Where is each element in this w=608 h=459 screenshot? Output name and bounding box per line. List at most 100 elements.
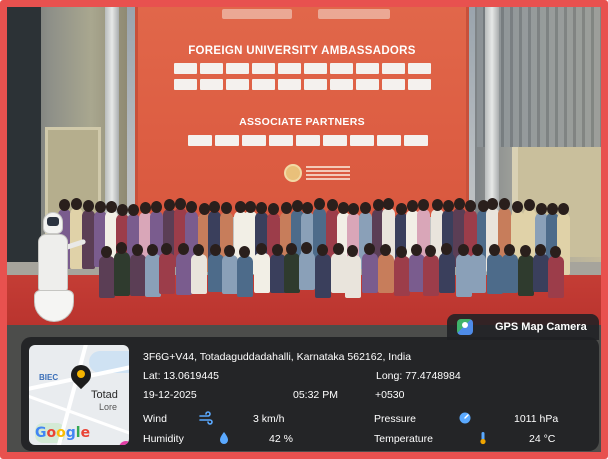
- person-head: [82, 199, 94, 212]
- person-figure: [517, 254, 534, 297]
- person-head: [291, 199, 303, 212]
- person-head: [549, 245, 561, 258]
- person-figure: [547, 255, 564, 299]
- google-logo-letter: o: [46, 425, 57, 441]
- humidity-label: Humidity: [143, 433, 184, 445]
- wind-value: 3 km/h: [253, 413, 285, 425]
- person-head: [546, 203, 558, 216]
- map-label: Totad: [91, 389, 118, 401]
- map-label: BIEC: [39, 373, 59, 382]
- person-head: [314, 198, 325, 211]
- person-head: [94, 200, 106, 213]
- map-pin-icon: [66, 360, 96, 391]
- humidity-value: 42 %: [269, 433, 293, 445]
- photo-frame: FOREIGN UNIVERSITY AMBASSADORS ASSOCIATE…: [0, 0, 608, 459]
- person-head: [100, 245, 112, 258]
- map-badge-icon: [119, 441, 129, 445]
- temperature-label: Temperature: [374, 433, 433, 445]
- person-figure: [237, 255, 254, 298]
- time-text: 05:32 PM: [293, 389, 338, 401]
- event-banner: FOREIGN UNIVERSITY AMBASSADORS ASSOCIATE…: [135, 7, 469, 217]
- google-logo-letter: o: [56, 425, 66, 441]
- person-figure: [362, 253, 379, 294]
- thermometer-icon: [480, 432, 486, 445]
- person-head: [424, 244, 436, 257]
- google-logo-letter: e: [80, 425, 91, 441]
- person-figure: [129, 253, 146, 297]
- person-figure: [284, 253, 301, 294]
- person-head: [442, 200, 454, 213]
- ambassador-logos-row-2: [174, 79, 431, 90]
- person-figure: [469, 254, 486, 294]
- person-figure: [254, 252, 271, 293]
- person-figure: [438, 253, 455, 294]
- person-head: [220, 202, 232, 215]
- banner-top-logo: [222, 9, 292, 19]
- person-head: [453, 198, 465, 211]
- person-head: [127, 203, 139, 216]
- map-thumbnail: BIEC Totad Lore Google: [29, 345, 129, 445]
- person-head: [186, 200, 198, 213]
- gps-map-camera-icon: [457, 319, 473, 335]
- person-head: [131, 243, 143, 256]
- wind-label: Wind: [143, 413, 167, 425]
- gps-app-name: GPS Map Camera: [495, 321, 587, 333]
- google-logo-letter: g: [65, 425, 76, 441]
- timezone-text: +0530: [375, 389, 405, 401]
- ambassador-logos-row-1: [174, 63, 431, 74]
- person-head: [407, 199, 419, 212]
- person-head: [192, 244, 204, 257]
- person-figure: [330, 252, 347, 294]
- person-figure: [190, 254, 207, 294]
- person-head: [140, 202, 152, 215]
- person-head: [332, 242, 344, 255]
- person-head: [558, 202, 570, 215]
- pressure-value: 1011 hPa: [514, 413, 559, 425]
- person-figure: [501, 254, 518, 293]
- person-head: [523, 198, 535, 211]
- person-head: [337, 201, 349, 214]
- banner-title: FOREIGN UNIVERSITY AMBASSADORS: [188, 45, 416, 57]
- banner-top-logo: [318, 9, 390, 19]
- person-head: [465, 200, 477, 213]
- person-head: [534, 243, 546, 256]
- group-of-people: [47, 190, 577, 305]
- person-figure: [378, 253, 395, 294]
- humidity-icon: [220, 432, 228, 444]
- gps-info-panel: BIEC Totad Lore Google 3F6G+V44, Totadag…: [21, 337, 599, 451]
- person-head: [359, 202, 371, 215]
- pressure-icon: [459, 412, 471, 424]
- person-head: [116, 203, 128, 216]
- person-head: [519, 244, 531, 257]
- person-head: [147, 243, 158, 256]
- person-figure: [315, 254, 332, 298]
- person-head: [209, 200, 221, 213]
- banner-subtitle: ASSOCIATE PARTNERS: [239, 116, 365, 128]
- person-head: [164, 198, 176, 211]
- person-head: [431, 198, 443, 211]
- person-figure: [113, 252, 130, 297]
- person-head: [244, 200, 256, 213]
- partner-logos-row: [188, 135, 428, 146]
- person-figure: [487, 254, 504, 295]
- person-head: [59, 198, 71, 211]
- person-figure: [221, 254, 238, 295]
- robot-figure: [34, 212, 87, 324]
- person-figure: [422, 254, 439, 297]
- person-head: [223, 244, 235, 257]
- person-figure: [159, 253, 176, 295]
- person-figure: [98, 255, 115, 298]
- person-head: [396, 203, 407, 216]
- address-text: 3F6G+V44, Totadaguddadahalli, Karnataka …: [143, 351, 412, 363]
- longitude-text: Long: 77.4748984: [376, 370, 461, 382]
- person-head: [151, 200, 163, 213]
- person-head: [396, 245, 408, 258]
- google-logo-letter: G: [35, 425, 47, 441]
- temperature-value: 24 °C: [529, 433, 556, 445]
- person-figure: [345, 254, 362, 298]
- person-head: [511, 201, 523, 214]
- person-head: [326, 198, 338, 211]
- wind-icon: [199, 411, 213, 425]
- person-head: [503, 244, 515, 257]
- person-head: [267, 203, 279, 216]
